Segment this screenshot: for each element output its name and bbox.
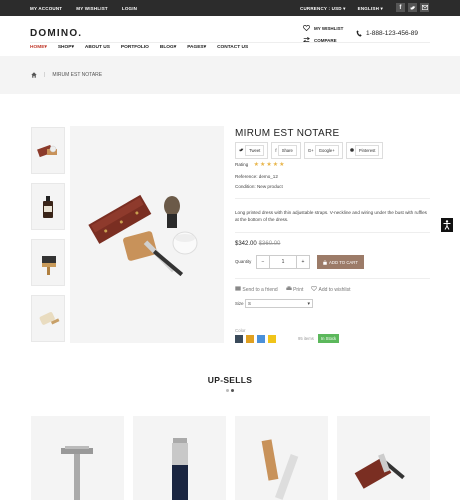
size-select[interactable]: S ▾ bbox=[245, 299, 313, 308]
upsells-title: UP-SELLS bbox=[207, 375, 253, 385]
rating-row: Rating ★★★★★ bbox=[235, 162, 286, 168]
login-link[interactable]: LOGIN bbox=[122, 6, 137, 11]
nav-pages[interactable]: PAGES▾ bbox=[187, 45, 206, 50]
currency-select[interactable]: CURRENCY : USD ▾ bbox=[300, 6, 346, 12]
nav-contact-us[interactable]: CONTACT US bbox=[217, 45, 248, 50]
color-swatch-dark[interactable] bbox=[235, 335, 243, 343]
product-actions: Send to a friend Print Add to wishlist bbox=[235, 286, 350, 293]
product-description: Long printed dress with thin adjustable … bbox=[235, 210, 427, 222]
size-label: Size bbox=[235, 301, 244, 306]
chevron-down-icon: ▾ bbox=[307, 301, 310, 307]
quantity-stepper: − 1 + bbox=[256, 255, 310, 269]
condition-row: Condition: New product bbox=[235, 184, 283, 189]
header-phone: 1-888-123-456-89 bbox=[356, 30, 418, 37]
items-count: 95 items bbox=[298, 336, 314, 341]
nav-shop[interactable]: SHOP▾ bbox=[58, 45, 74, 50]
heart-icon bbox=[311, 286, 318, 292]
breadcrumb-separator: | bbox=[44, 72, 46, 78]
product-title: MIRUM EST NOTARE bbox=[235, 128, 340, 139]
divider bbox=[235, 198, 430, 199]
breadcrumb: | MIRUM EST NOTARE bbox=[0, 56, 460, 94]
carousel-dot[interactable] bbox=[226, 389, 229, 392]
facebook-share-button[interactable]: f Share bbox=[271, 142, 301, 159]
upsell-product-card[interactable] bbox=[337, 416, 430, 500]
pinterest-icon bbox=[349, 148, 354, 152]
color-swatch-blue[interactable] bbox=[257, 335, 265, 343]
language-select[interactable]: ENGLISH ▾ bbox=[358, 6, 383, 12]
lock-icon bbox=[323, 259, 327, 265]
nav-home[interactable]: HOME▾ bbox=[30, 45, 47, 50]
color-label: Color bbox=[235, 328, 246, 333]
my-wishlist-link[interactable]: MY WISHLIST bbox=[76, 6, 108, 11]
main-product-image[interactable] bbox=[70, 126, 224, 343]
rating-stars: ★★★★★ bbox=[253, 162, 286, 168]
stock-badge: In Stock bbox=[318, 334, 340, 343]
envelope-icon bbox=[235, 286, 241, 291]
quantity-label: Quantity bbox=[235, 259, 252, 264]
twitter-icon[interactable] bbox=[408, 3, 417, 12]
add-to-wishlist-link[interactable]: Add to wishlist bbox=[311, 286, 350, 293]
twitter-icon bbox=[239, 148, 244, 152]
site-logo[interactable]: DOMINO. bbox=[30, 28, 82, 39]
mail-icon[interactable] bbox=[420, 3, 429, 12]
thumbnail-1[interactable] bbox=[31, 127, 65, 174]
phone-icon bbox=[356, 30, 362, 37]
nav-about-us[interactable]: ABOUT US bbox=[85, 45, 110, 50]
print-link[interactable]: Print bbox=[286, 286, 303, 293]
price: $342.00 $360.00 bbox=[235, 241, 280, 247]
tweet-button[interactable]: Tweet bbox=[235, 142, 269, 159]
breadcrumb-current: MIRUM EST NOTARE bbox=[52, 72, 103, 78]
upsell-product-card[interactable] bbox=[235, 416, 328, 500]
header-wishlist-link[interactable]: MY WISHLIST bbox=[303, 25, 343, 31]
send-to-friend-link[interactable]: Send to a friend bbox=[235, 286, 278, 293]
quantity-input[interactable]: 1 bbox=[269, 256, 297, 268]
nav-blog[interactable]: BLOG▾ bbox=[160, 45, 176, 50]
thumbnail-4[interactable] bbox=[31, 295, 65, 342]
share-buttons: Tweet f Share G+ Google+ Pinterest bbox=[235, 142, 384, 159]
google-plus-button[interactable]: G+ Google+ bbox=[303, 142, 343, 159]
print-icon bbox=[286, 286, 292, 290]
facebook-icon[interactable]: f bbox=[396, 3, 405, 12]
my-account-link[interactable]: MY ACCOUNT bbox=[30, 6, 62, 11]
carousel-dots bbox=[226, 389, 234, 392]
carousel-dot-active[interactable] bbox=[231, 389, 234, 392]
nav-divider bbox=[30, 42, 430, 43]
color-swatch-orange[interactable] bbox=[246, 335, 254, 343]
thumbnail-2[interactable] bbox=[31, 183, 65, 230]
home-icon[interactable] bbox=[31, 72, 37, 78]
upsell-product-card[interactable] bbox=[31, 416, 124, 500]
pinterest-button[interactable]: Pinterest bbox=[345, 142, 384, 159]
thumbnail-3[interactable] bbox=[31, 239, 65, 286]
main-nav: HOME▾ SHOP▾ ABOUT US PORTFOLIO BLOG▾ PAG… bbox=[30, 45, 248, 50]
color-swatch-yellow[interactable] bbox=[268, 335, 276, 343]
quantity-decrease-button[interactable]: − bbox=[257, 256, 269, 268]
quantity-increase-button[interactable]: + bbox=[297, 256, 309, 268]
accessibility-icon[interactable] bbox=[441, 218, 453, 232]
divider bbox=[235, 278, 430, 279]
divider bbox=[235, 232, 430, 233]
reference-row: Reference: demo_12 bbox=[235, 174, 278, 179]
top-bar: MY ACCOUNT MY WISHLIST LOGIN CURRENCY : … bbox=[0, 0, 460, 16]
add-to-cart-button[interactable]: ADD TO CART bbox=[317, 255, 364, 269]
old-price: $360.00 bbox=[258, 241, 281, 247]
current-price: $342.00 bbox=[235, 241, 257, 247]
nav-portfolio[interactable]: PORTFOLIO bbox=[121, 45, 149, 50]
heart-icon bbox=[303, 25, 310, 31]
upsell-product-card[interactable] bbox=[133, 416, 226, 500]
